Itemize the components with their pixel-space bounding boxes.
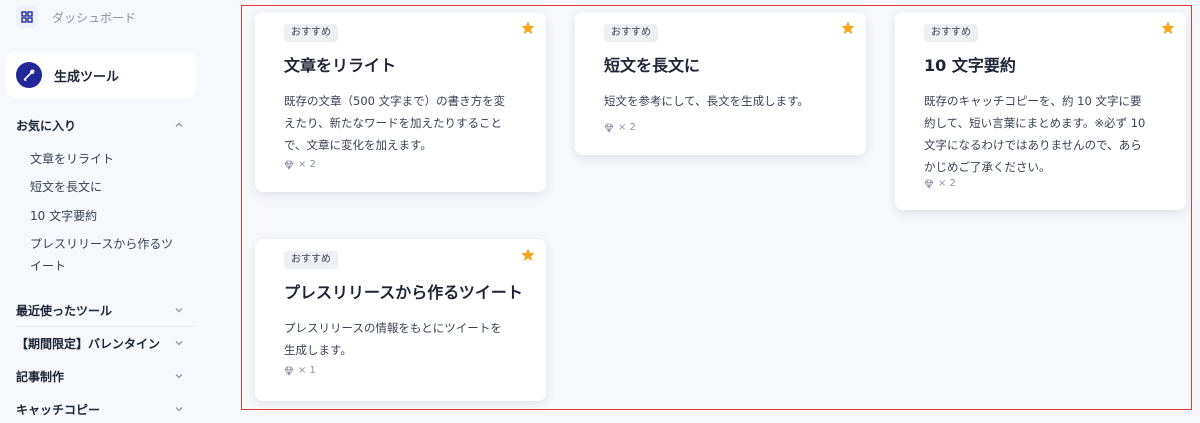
diamond-icon bbox=[604, 123, 614, 133]
tool-card-press-release-tweet[interactable]: おすすめ プレスリリースから作るツイート プレスリリースの情報をもとにツイートを… bbox=[255, 239, 546, 401]
divider bbox=[16, 326, 194, 327]
sidebar-favorite-item-continued[interactable]: イート bbox=[30, 255, 190, 277]
diamond-icon bbox=[284, 366, 294, 376]
sidebar-favorite-item[interactable]: 短文を長文に bbox=[30, 176, 190, 198]
card-cost-value: × 2 bbox=[618, 122, 636, 133]
sidebar-favorite-item[interactable]: プレスリリースから作るツ bbox=[30, 233, 190, 255]
chevron-up-icon bbox=[175, 122, 183, 127]
chevron-down-icon bbox=[175, 341, 183, 346]
card-cost: × 2 bbox=[604, 122, 636, 133]
card-description-line: かじめご了承ください。 bbox=[924, 160, 1051, 174]
card-cost-value: × 2 bbox=[938, 178, 956, 189]
card-cost-value: × 2 bbox=[298, 159, 316, 170]
sidebar-section-article[interactable]: 記事制作 bbox=[16, 366, 184, 386]
sidebar-favorite-item[interactable]: 文章をリライト bbox=[30, 148, 190, 170]
chevron-down-icon bbox=[175, 374, 183, 379]
recommended-badge: おすすめ bbox=[284, 24, 338, 42]
sidebar-item-generate-tool[interactable]: 生成ツール bbox=[6, 52, 196, 98]
sidebar-section-catchcopy[interactable]: キャッチコピー bbox=[16, 399, 184, 419]
sidebar-section-label: 【期間限定】バレンタイン bbox=[16, 336, 161, 351]
card-description-line: 既存のキャッチコピーを、約 10 文字に要 bbox=[924, 94, 1142, 108]
card-description-line: 約して、短い言葉にまとめます。※必ず 10 bbox=[924, 116, 1146, 130]
star-icon[interactable] bbox=[1160, 20, 1176, 36]
sidebar-section-valentine[interactable]: 【期間限定】バレンタイン bbox=[16, 333, 184, 353]
card-description-line: えたり、新たなワードを加えたりすること bbox=[284, 116, 503, 130]
sidebar: ダッシュボード 生成ツール お気に入り 文章をリライト 短文を長文に 10 文字… bbox=[0, 0, 210, 423]
diamond-icon bbox=[284, 160, 294, 170]
card-title: 短文を長文に bbox=[604, 56, 701, 75]
card-description-line: 文字になるわけではありませんので、あら bbox=[924, 138, 1142, 152]
card-title: 10 文字要約 bbox=[924, 56, 1016, 75]
recommended-badge: おすすめ bbox=[284, 251, 338, 269]
tool-card-grid: おすすめ 文章をリライト 既存の文章（500 文字まで）の書き方を変 えたり、新… bbox=[241, 5, 1192, 410]
card-description: プレスリリースの情報をもとにツイートを 生成します。 bbox=[284, 317, 502, 361]
diamond-icon bbox=[924, 179, 934, 189]
star-icon[interactable] bbox=[520, 247, 536, 263]
card-description: 既存の文章（500 文字まで）の書き方を変 えたり、新たなワードを加えたりするこ… bbox=[284, 90, 505, 156]
sidebar-section-label: キャッチコピー bbox=[16, 402, 101, 417]
sidebar-item-label: 生成ツール bbox=[54, 69, 120, 85]
card-description-line: 生成します。 bbox=[284, 343, 352, 357]
sidebar-item-label: ダッシュボード bbox=[52, 10, 137, 25]
card-title: プレスリリースから作るツイート bbox=[284, 283, 523, 302]
card-description-line: 既存の文章（500 文字まで）の書き方を変 bbox=[284, 94, 506, 108]
card-cost: × 2 bbox=[284, 159, 316, 170]
sidebar-section-label: お気に入り bbox=[16, 118, 77, 133]
recommended-badge: おすすめ bbox=[604, 24, 658, 42]
sidebar-section-label: 最近使ったツール bbox=[16, 303, 113, 318]
card-cost: × 1 bbox=[284, 365, 316, 376]
sidebar-section-label: 記事制作 bbox=[16, 369, 65, 384]
card-description: 短文を参考にして、長文を生成します。 bbox=[604, 90, 809, 112]
card-cost-value: × 1 bbox=[298, 365, 316, 376]
grid-icon bbox=[16, 6, 38, 28]
star-icon[interactable] bbox=[840, 20, 856, 36]
sidebar-favorite-item[interactable]: 10 文字要約 bbox=[30, 205, 190, 227]
recommended-badge: おすすめ bbox=[924, 24, 978, 42]
chevron-down-icon bbox=[175, 308, 183, 313]
tool-card-rewrite[interactable]: おすすめ 文章をリライト 既存の文章（500 文字まで）の書き方を変 えたり、新… bbox=[255, 12, 546, 192]
sidebar-section-recent-tools[interactable]: 最近使ったツール bbox=[16, 300, 184, 320]
sidebar-section-favorites[interactable]: お気に入り bbox=[16, 115, 184, 135]
tool-card-short-to-long[interactable]: おすすめ 短文を長文に 短文を参考にして、長文を生成します。 × 2 bbox=[575, 12, 866, 155]
card-description-line: プレスリリースの情報をもとにツイートを bbox=[284, 321, 502, 335]
card-description-line: 短文を参考にして、長文を生成します。 bbox=[604, 94, 809, 108]
card-description: 既存のキャッチコピーを、約 10 文字に要 約して、短い言葉にまとめます。※必ず… bbox=[924, 90, 1145, 178]
wrench-icon bbox=[16, 62, 42, 88]
card-title: 文章をリライト bbox=[284, 56, 397, 75]
tool-card-10-char-summary[interactable]: おすすめ 10 文字要約 既存のキャッチコピーを、約 10 文字に要 約して、短… bbox=[895, 12, 1186, 210]
card-description-line: で、文章に変化を加えます。 bbox=[284, 138, 432, 152]
star-icon[interactable] bbox=[520, 20, 536, 36]
card-cost: × 2 bbox=[924, 178, 956, 189]
chevron-down-icon bbox=[175, 407, 183, 412]
sidebar-item-dashboard[interactable]: ダッシュボード bbox=[16, 6, 136, 28]
